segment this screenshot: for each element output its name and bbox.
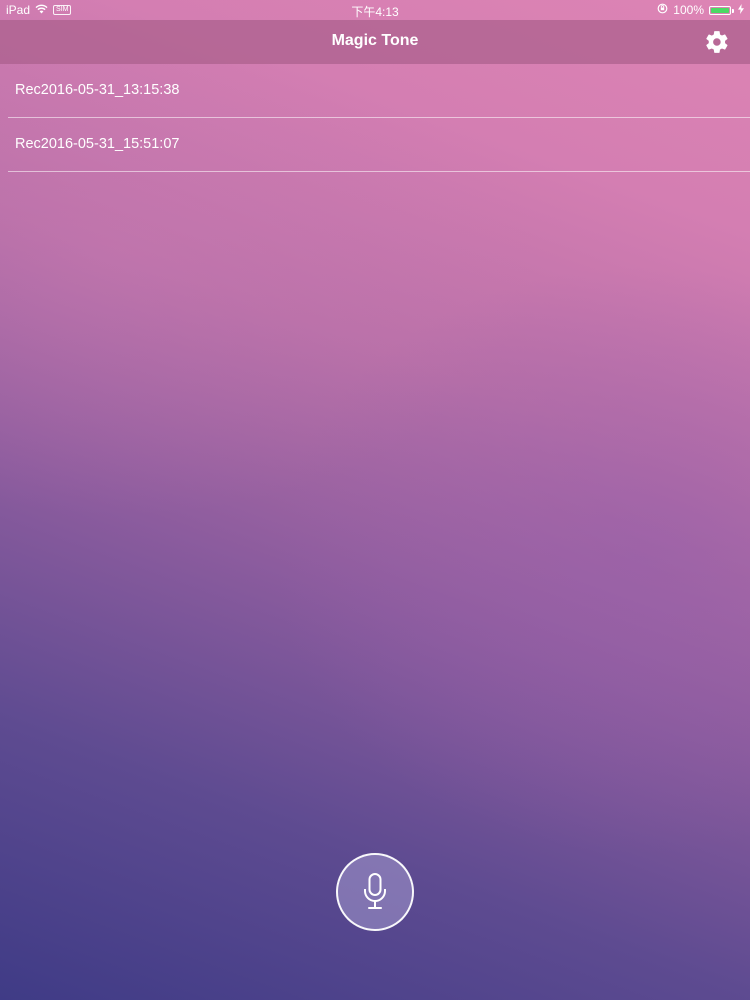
recording-label: Rec2016-05-31_13:15:38: [15, 82, 180, 98]
status-bar-right: 100%: [657, 3, 744, 17]
settings-button[interactable]: [702, 27, 732, 57]
rotation-lock-icon: [657, 3, 668, 17]
gear-icon: [706, 31, 728, 53]
battery-icon: [709, 5, 734, 15]
recording-label: Rec2016-05-31_15:51:07: [15, 136, 180, 152]
status-time: 下午4:13: [351, 5, 399, 19]
record-button[interactable]: [336, 853, 414, 931]
recording-item[interactable]: Rec2016-05-31_15:51:07: [8, 118, 750, 172]
microphone-icon: [364, 873, 386, 909]
recordings-list: Rec2016-05-31_13:15:38 Rec2016-05-31_15:…: [0, 64, 750, 172]
app-screen: iPad SIM 下午4:13 100% Magic Tone Rec2016-…: [0, 0, 750, 1000]
battery-fill: [711, 7, 729, 13]
status-bar: iPad SIM 下午4:13 100%: [0, 0, 750, 20]
recording-item[interactable]: Rec2016-05-31_13:15:38: [8, 64, 750, 118]
page-title: Magic Tone: [331, 32, 419, 49]
charging-bolt-icon: [738, 3, 744, 17]
battery-tip: [732, 8, 734, 13]
battery-percent: 100%: [673, 3, 704, 17]
navigation-bar: Magic Tone: [0, 20, 750, 64]
